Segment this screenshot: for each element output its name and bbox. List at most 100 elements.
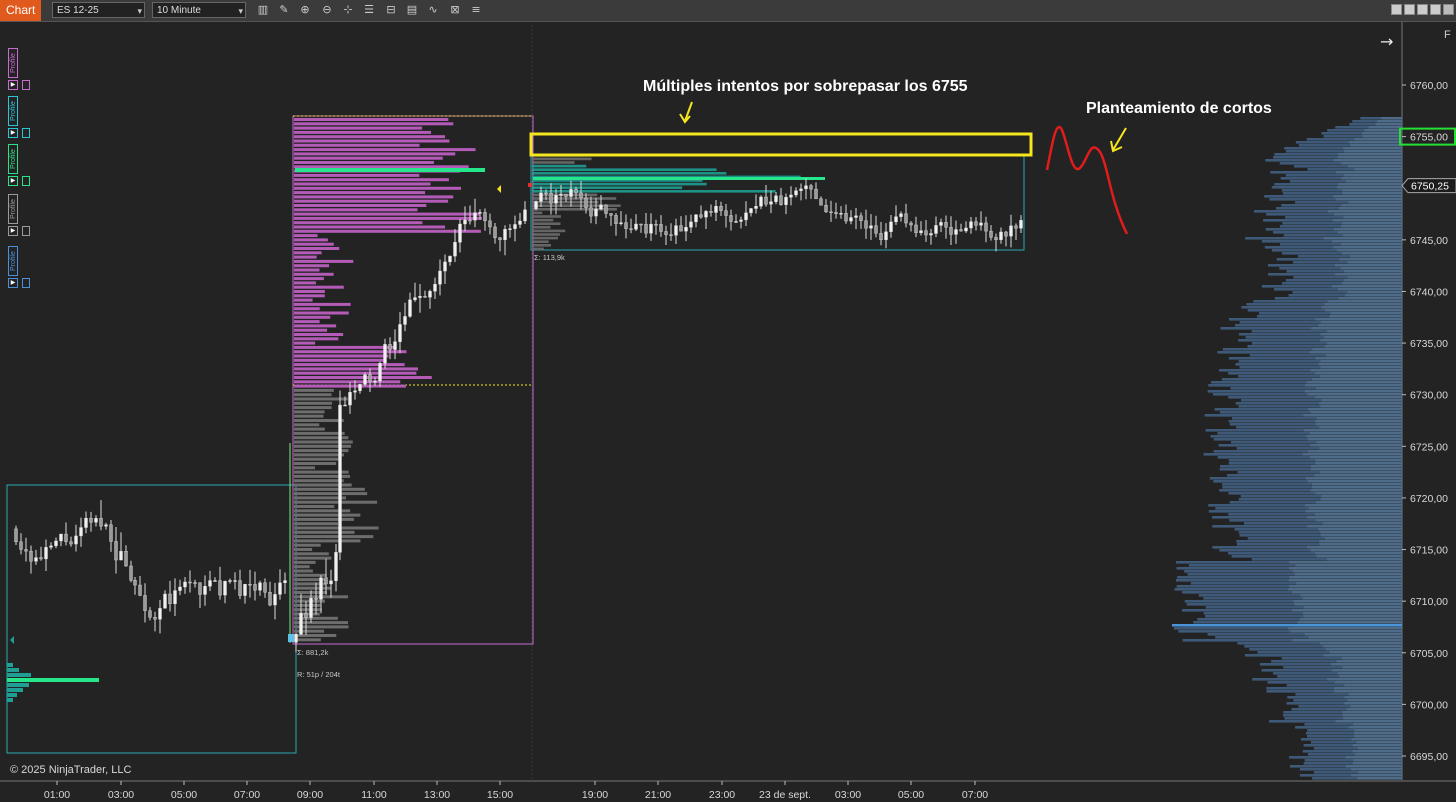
profile1-bar (294, 272, 334, 276)
interval-selector[interactable]: 10 Minute ▾ (152, 2, 246, 18)
profile-color-swatch[interactable] (22, 128, 30, 138)
window-restore-icon[interactable] (1417, 4, 1428, 15)
composite-profile-inner (1315, 552, 1402, 555)
instrument-value: ES 12-25 (57, 5, 99, 16)
candle-body (929, 233, 933, 236)
composite-profile-inner (1295, 564, 1402, 567)
candle-body (458, 223, 462, 243)
composite-profile-inner (1344, 702, 1402, 705)
candle-body (689, 221, 693, 228)
profile2-bar (532, 182, 707, 186)
profile2-bar (532, 226, 551, 229)
window-close-icon[interactable] (1443, 4, 1454, 15)
profile1-bar (294, 354, 389, 358)
crosshair-icon[interactable]: ⊹ (341, 3, 355, 17)
profile1-bar (294, 161, 434, 164)
composite-profile-inner (1361, 132, 1402, 135)
composite-profile-inner (1351, 768, 1402, 771)
candle-body (844, 213, 848, 222)
price-chart[interactable]: 6760,00 6755,00 6745,00 6740,00 6735,00 6730,… (0, 22, 1456, 802)
profile-play-icon[interactable]: ▶ (8, 278, 18, 288)
composite-profile-inner (1299, 618, 1402, 621)
composite-profile-inner (1303, 429, 1402, 432)
candle-body (319, 577, 323, 600)
profile-tab-label[interactable]: Profile (8, 246, 18, 276)
profile-tab-label[interactable]: Profile (8, 48, 18, 78)
composite-profile-inner (1303, 606, 1402, 609)
price-tick-label: 6735,00 (1410, 338, 1448, 350)
composite-profile-inner (1319, 471, 1402, 474)
candle-body (443, 261, 447, 272)
profile1-bar (294, 242, 334, 246)
composite-profile-inner (1336, 186, 1402, 189)
candle-body (353, 390, 357, 393)
composite-profile-inner (1342, 234, 1402, 237)
templates-icon[interactable]: ⊟ (384, 3, 398, 17)
composite-profile-inner (1288, 561, 1402, 564)
profile-tab-label[interactable]: Profile (8, 194, 18, 224)
strategies-icon[interactable]: ⊠ (448, 3, 462, 17)
profile1-bar (294, 324, 337, 328)
annotation-main: Múltiples intentos por sobrepasar los 67… (643, 78, 968, 95)
candle-body (378, 363, 382, 382)
profile-tab-label[interactable]: Profile (8, 144, 18, 174)
time-tick-label: 15:00 (487, 789, 513, 801)
profile-play-icon[interactable]: ▶ (8, 80, 18, 90)
profile-play-icon[interactable]: ▶ (8, 226, 18, 236)
profile1-bar (294, 259, 354, 263)
candle-body (168, 593, 172, 605)
candle-body (539, 192, 543, 202)
composite-profile-inner (1341, 282, 1402, 285)
profile1-bar (294, 255, 317, 259)
zoom-in-icon[interactable]: ⊕ (298, 3, 312, 17)
composite-profile-inner (1327, 210, 1402, 213)
candle-body (104, 524, 108, 527)
price-axis[interactable]: 6760,00 6755,00 6745,00 6740,00 6735,00 6730,… (1399, 80, 1456, 763)
profile-color-swatch[interactable] (22, 226, 30, 236)
indicators-icon[interactable]: ∿ (426, 3, 440, 17)
pencil-icon[interactable]: ✎ (277, 3, 291, 17)
profile1-bar (294, 539, 361, 543)
zoom-out-icon[interactable]: ⊖ (320, 3, 334, 17)
window-minimize-icon[interactable] (1404, 4, 1415, 15)
time-axis[interactable]: 01:00 03:00 05:00 07:00 09:00 11:00 13:00 15:00… (44, 781, 988, 801)
chart-tab[interactable]: Chart (0, 0, 42, 21)
candle-body (193, 582, 197, 584)
profile-color-swatch[interactable] (22, 278, 30, 288)
instrument-selector[interactable]: ES 12-25 ▾ (52, 2, 145, 18)
candle-body (79, 527, 83, 537)
window-tile-icon[interactable] (1391, 4, 1402, 15)
list-icon[interactable]: ≡ (469, 3, 483, 17)
composite-profile-inner (1308, 636, 1402, 639)
profile2-bar (532, 164, 587, 168)
candle-body (809, 185, 813, 190)
profile1-poc-line (295, 168, 485, 172)
composite-profile-inner (1296, 582, 1402, 585)
bars-icon[interactable]: ▥ (256, 3, 270, 17)
profile-color-swatch[interactable] (22, 80, 30, 90)
profile-play-icon[interactable]: ▶ (8, 128, 18, 138)
overnight-box (6, 484, 297, 754)
data-box-icon[interactable]: ▤ (405, 3, 419, 17)
composite-profile-inner (1310, 411, 1402, 414)
profile1-bar (294, 376, 432, 379)
composite-profile-inner (1347, 291, 1402, 294)
candle-body (634, 223, 638, 230)
scroll-right-arrow-icon[interactable]: → (1380, 32, 1393, 51)
profile1-bar (294, 569, 313, 573)
composite-profile-inner (1300, 594, 1402, 597)
profile-play-icon[interactable]: ▶ (8, 176, 18, 186)
profile-color-swatch[interactable] (22, 176, 30, 186)
candle-body (114, 541, 118, 561)
candle-body (794, 190, 798, 196)
properties-icon[interactable]: ☰ (362, 3, 376, 17)
profile1-bar (294, 143, 420, 147)
candle-body (228, 580, 232, 582)
profile-tab-label[interactable]: Profile (8, 96, 18, 126)
window-maximize-icon[interactable] (1430, 4, 1441, 15)
composite-profile-inner (1323, 336, 1402, 339)
profile1-bar (294, 191, 426, 195)
candle-body (309, 597, 313, 618)
profile1-bar (294, 509, 351, 513)
profile1-bar (294, 457, 340, 461)
